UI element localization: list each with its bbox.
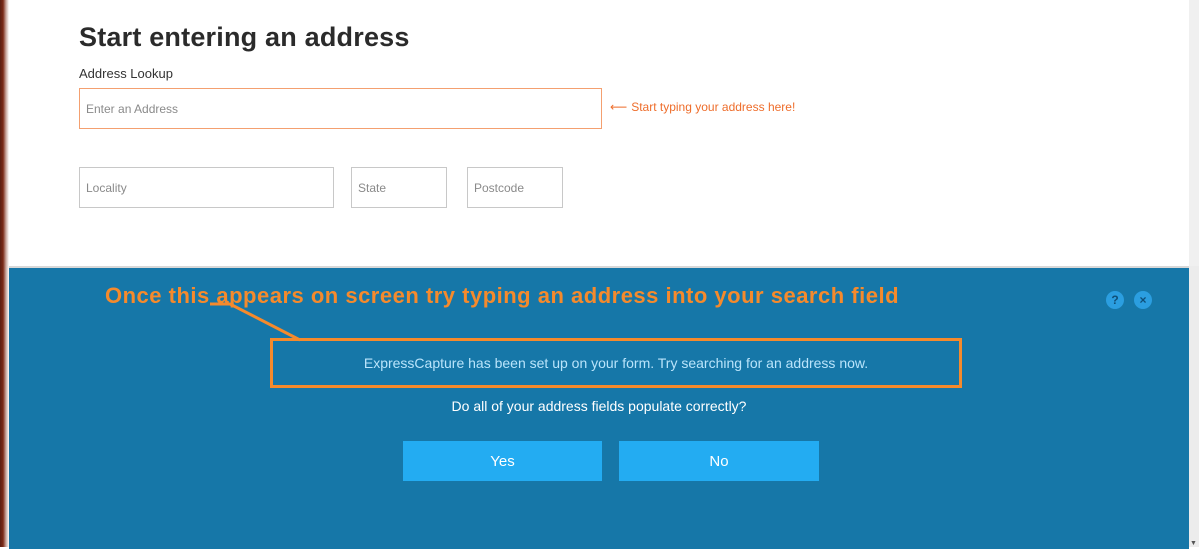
- close-icon[interactable]: ×: [1134, 291, 1152, 309]
- page-title: Start entering an address: [79, 22, 410, 52]
- left-arrow-icon: ⟵: [610, 100, 628, 114]
- populate-question: Do all of your address fields populate c…: [451, 398, 747, 414]
- locality-input[interactable]: [79, 167, 334, 208]
- help-icon[interactable]: ?: [1106, 291, 1124, 309]
- yes-button[interactable]: Yes: [403, 441, 602, 481]
- address-search-input[interactable]: [79, 88, 602, 129]
- postcode-input[interactable]: [467, 167, 563, 208]
- scrollbar[interactable]: [1189, 266, 1199, 547]
- annotation-instruction: Once this appears on screen try typing a…: [105, 283, 900, 308]
- setup-message: ExpressCapture has been set up on your f…: [363, 355, 869, 371]
- scroll-down-icon[interactable]: ▼: [1190, 540, 1197, 547]
- message-highlight-box: ExpressCapture has been set up on your f…: [270, 338, 962, 388]
- address-hint: ⟵ Start typing your address here!: [610, 100, 795, 114]
- right-gutter: [1189, 0, 1199, 266]
- address-lookup-label: Address Lookup: [79, 66, 173, 81]
- state-input[interactable]: [351, 167, 447, 208]
- left-window-edge: [0, 0, 9, 547]
- no-button[interactable]: No: [619, 441, 819, 481]
- address-hint-text: Start typing your address here!: [631, 100, 796, 114]
